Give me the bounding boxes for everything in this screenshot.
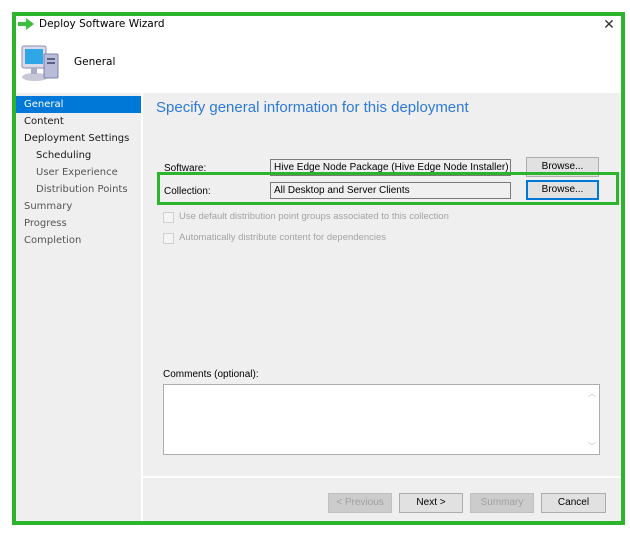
software-browse-button[interactable]: Browse...: [526, 157, 599, 177]
software-field[interactable]: Hive Edge Node Package (Hive Edge Node I…: [270, 159, 511, 176]
nav-item-distribution-points[interactable]: Distribution Points: [14, 181, 141, 198]
software-label: Software:: [164, 163, 207, 174]
comments-label: Comments (optional):: [163, 369, 259, 380]
nav-item-summary[interactable]: Summary: [14, 198, 141, 215]
nav-item-general[interactable]: General: [14, 96, 141, 113]
distribute-dependencies-checkbox[interactable]: [163, 233, 174, 244]
nav-item-user-experience[interactable]: User Experience: [14, 164, 141, 181]
collection-label: Collection:: [164, 186, 211, 197]
nav-item-content[interactable]: Content: [14, 113, 141, 130]
page-heading: Specify general information for this dep…: [156, 99, 469, 116]
nav-item-scheduling[interactable]: Scheduling: [14, 147, 141, 164]
close-icon: ✕: [603, 16, 615, 32]
wizard-header: General: [14, 36, 624, 91]
wizard-footer: < Previous Next > Summary Cancel: [143, 478, 624, 521]
cancel-button[interactable]: Cancel: [541, 493, 606, 513]
green-arrow-icon: [18, 18, 34, 30]
collection-browse-button[interactable]: Browse...: [526, 180, 599, 200]
distribute-dependencies-label: Automatically distribute content for dep…: [179, 232, 387, 243]
deploy-software-wizard-window: Deploy Software Wizard ✕ General General…: [0, 0, 630, 533]
default-dp-groups-label: Use default distribution point groups as…: [179, 211, 449, 222]
nav-item-deployment-settings[interactable]: Deployment Settings: [14, 130, 141, 147]
comments-textarea[interactable]: [163, 384, 600, 455]
nav-item-progress[interactable]: Progress: [14, 215, 141, 232]
default-dp-groups-checkbox[interactable]: [163, 212, 174, 223]
computer-icon: [21, 45, 59, 81]
header-title: General: [74, 56, 116, 68]
previous-button[interactable]: < Previous: [328, 493, 392, 513]
collection-field[interactable]: All Desktop and Server Clients: [270, 182, 511, 199]
nav-item-completion[interactable]: Completion: [14, 232, 141, 249]
close-button[interactable]: ✕: [598, 14, 620, 34]
main-panel: Specify general information for this dep…: [143, 93, 624, 477]
window-title: Deploy Software Wizard: [39, 18, 165, 30]
next-button[interactable]: Next >: [399, 493, 463, 513]
summary-button[interactable]: Summary: [470, 493, 534, 513]
title-bar: Deploy Software Wizard ✕: [14, 14, 624, 36]
wizard-navigation: General Content Deployment Settings Sche…: [14, 93, 141, 521]
